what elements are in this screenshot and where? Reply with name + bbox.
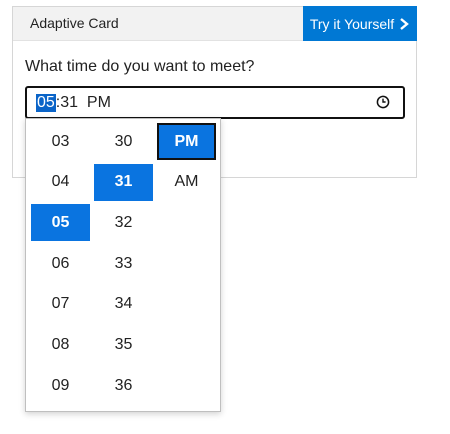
hour-column: 03 04 05 06 07 08 09 (31, 123, 90, 408)
hour-option-04[interactable]: 04 (31, 164, 90, 201)
hour-option-06[interactable]: 06 (31, 245, 90, 282)
minute-option-31[interactable]: 31 (94, 163, 153, 201)
minute-period-segment[interactable]: :31 PM (56, 94, 111, 112)
minute-option-32[interactable]: 32 (94, 204, 153, 241)
card-header: Adaptive Card Try it Yourself (13, 6, 417, 41)
card-title: Adaptive Card (30, 15, 119, 31)
clock-icon[interactable] (376, 95, 390, 109)
time-input[interactable]: 05 :31 PM (25, 86, 405, 119)
period-option-am[interactable]: AM (157, 164, 216, 201)
period-option-pm[interactable]: PM (157, 123, 216, 160)
hour-option-07[interactable]: 07 (31, 286, 90, 323)
minute-option-33[interactable]: 33 (94, 245, 153, 282)
minute-column: 30 31 32 33 34 35 36 (94, 123, 153, 408)
hour-segment[interactable]: 05 (36, 93, 56, 112)
try-it-yourself-label: Try it Yourself (309, 15, 395, 32)
hour-option-05[interactable]: 05 (31, 204, 90, 242)
minute-option-36[interactable]: 36 (94, 367, 153, 404)
try-it-yourself-button[interactable]: Try it Yourself (303, 6, 417, 41)
period-column: PM AM (157, 123, 216, 204)
hour-option-03[interactable]: 03 (31, 123, 90, 160)
chevron-right-icon (400, 17, 410, 30)
minute-option-35[interactable]: 35 (94, 326, 153, 363)
minute-option-34[interactable]: 34 (94, 286, 153, 323)
question-label: What time do you want to meet? (25, 58, 255, 75)
hour-option-09[interactable]: 09 (31, 367, 90, 404)
hour-option-08[interactable]: 08 (31, 326, 90, 363)
minute-option-30[interactable]: 30 (94, 123, 153, 160)
time-picker-dropdown: 03 04 05 06 07 08 09 30 31 32 33 34 35 36 PM AM (25, 118, 221, 412)
